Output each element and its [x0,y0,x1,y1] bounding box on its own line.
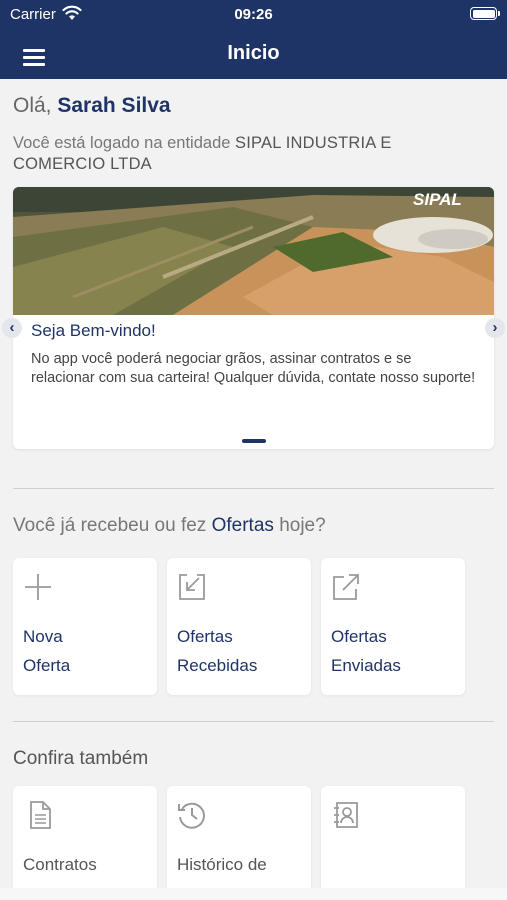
greeting: Olá, Sarah Silva [13,94,171,118]
contact-card-icon [334,802,358,828]
history-icon [178,802,205,829]
tile-line-2: Enviadas [331,656,401,675]
tile-line-1: Nova [23,627,63,646]
page-title: Inicio [227,42,280,64]
carousel-text: No app você poderá negociar grãos, assin… [31,351,476,386]
status-time: 09:26 [234,6,273,23]
also-section-title: Confira também [13,748,149,769]
carousel-page-indicator[interactable] [242,439,266,443]
offers-question-prefix: Você já recebeu ou fez [13,515,207,536]
sipal-logo: SIPAL [413,190,462,209]
tile-line-1: Ofertas [331,627,387,646]
user-name: Sarah Silva [57,94,171,117]
received-offers-tile[interactable]: Ofertas Recebidas [167,558,311,695]
battery-icon [470,7,500,20]
carousel-prev-button[interactable]: ‹ [2,318,22,338]
carousel-title: Seja Bem-vindo! [31,321,156,340]
history-tile[interactable]: Histórico de [167,786,311,900]
new-offer-label: Nova Oferta [23,622,153,680]
chevron-right-icon: › [492,319,498,336]
sent-offers-tile[interactable]: Ofertas Enviadas [321,558,465,695]
section-divider [13,721,494,722]
offers-question-suffix: hoje? [279,515,326,536]
received-offers-label: Ofertas Recebidas [177,622,307,680]
contacts-tile[interactable] [321,786,465,900]
offers-question: Você já recebeu ou fez Ofertas hoje? [13,515,326,537]
contracts-label: Contratos [23,855,97,874]
tile-line-2: Oferta [23,656,71,675]
app-header: Carrier 09:26 Inicio [0,0,507,79]
sent-offers-label: Ofertas Enviadas [331,622,461,680]
greeting-prefix: Olá, [13,94,52,117]
plus-icon [25,574,51,600]
aerial-photo-image: SIPAL [13,187,494,315]
tile-line-1: Ofertas [177,627,233,646]
new-offer-tile[interactable]: Nova Oferta [13,558,157,695]
document-icon [30,801,51,829]
status-bar: Carrier 09:26 [0,4,507,24]
entity-info: Você está logado na entidade SIPAL INDUS… [13,133,483,175]
section-divider [13,488,494,489]
entity-prefix: Você está logado na entidade [13,134,231,152]
history-label: Histórico de [177,855,267,874]
arrow-in-box-icon [179,574,205,600]
arrow-out-box-icon [333,574,359,600]
offers-question-highlight: Ofertas [211,515,274,536]
chevron-left-icon: ‹ [9,319,15,336]
welcome-carousel-card[interactable]: SIPAL Seja Bem-vindo! No app você poderá… [13,187,494,449]
tile-line-2: Recebidas [177,656,258,675]
carousel-next-button[interactable]: › [485,318,505,338]
bottom-safe-area [0,888,507,900]
contracts-tile[interactable]: Contratos [13,786,157,900]
